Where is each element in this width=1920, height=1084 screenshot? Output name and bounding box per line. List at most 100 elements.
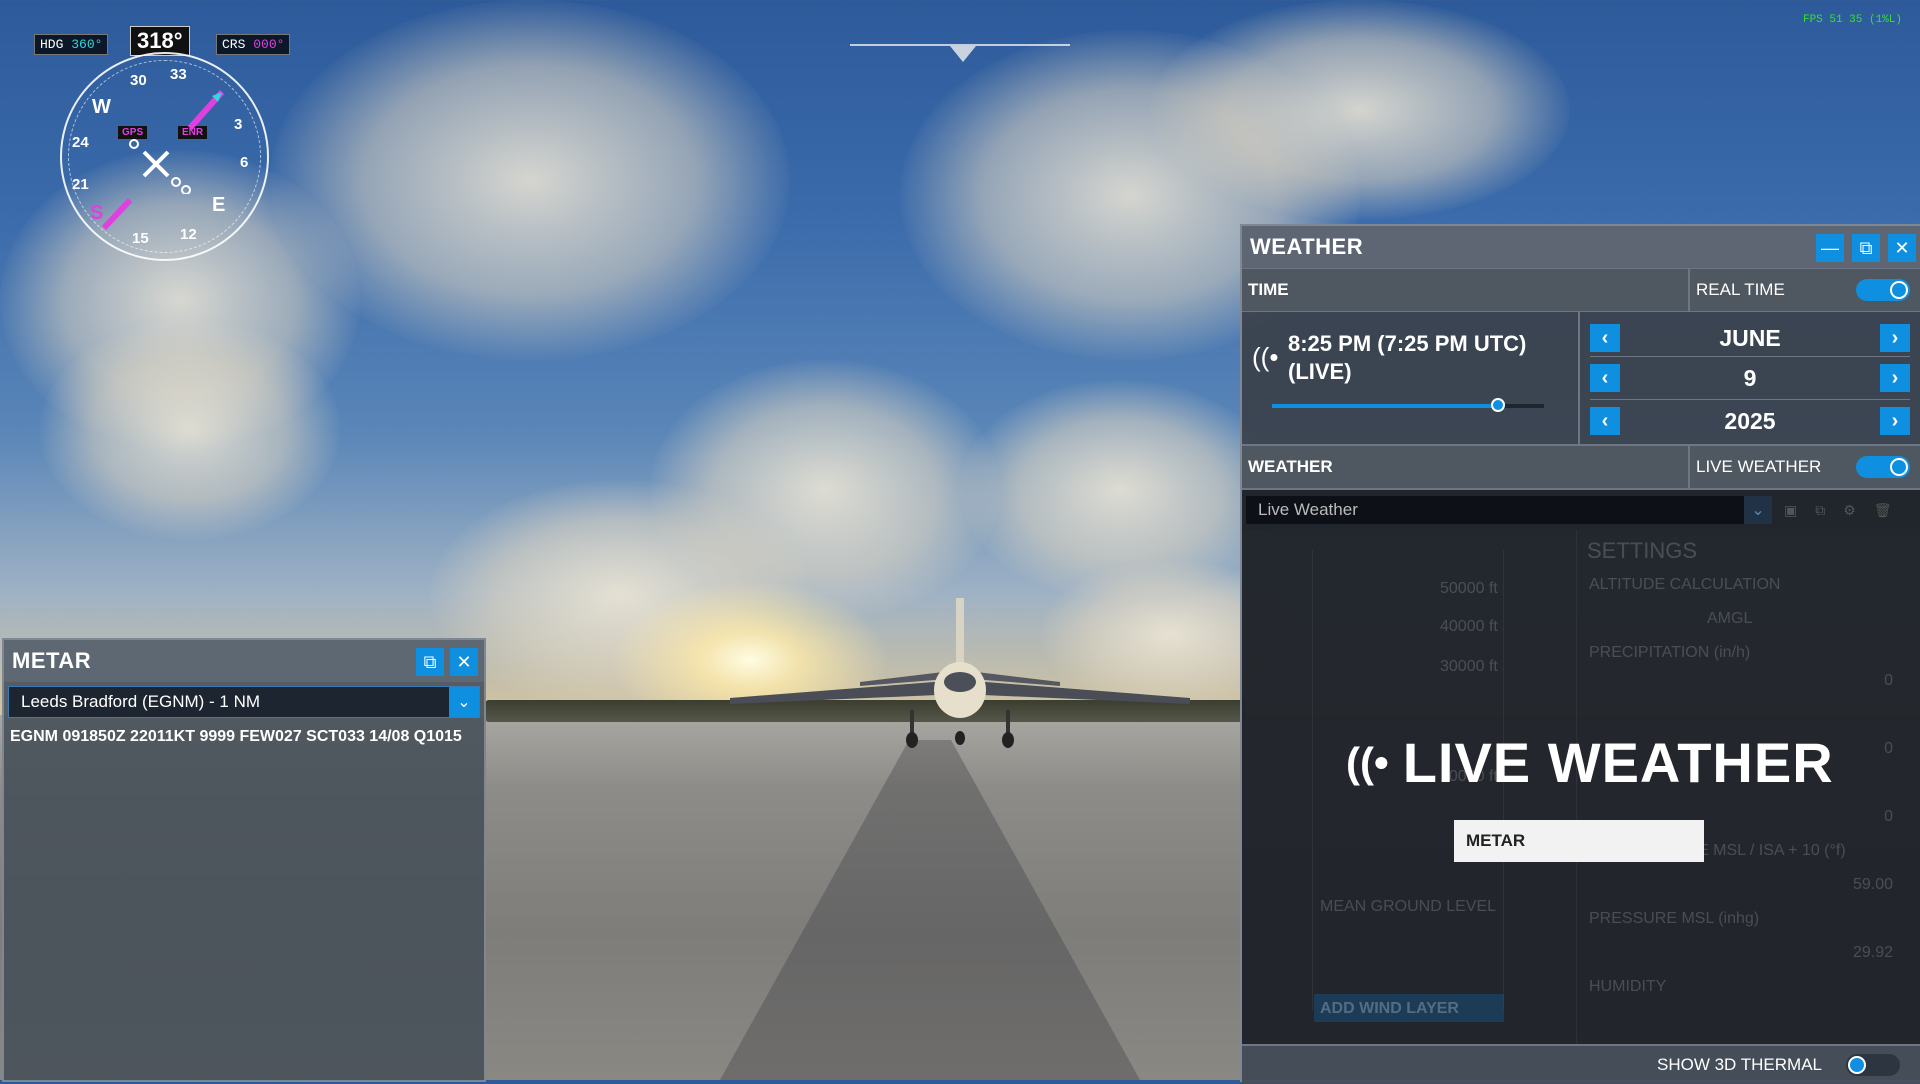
compass-label: 24 (72, 134, 89, 151)
chevron-left-icon: ‹ (1601, 326, 1609, 349)
altitude-label: 50000 ft (1440, 580, 1498, 597)
close-icon: ✕ (456, 651, 472, 672)
fps-counter: FPS 51 35 (1%L) (1802, 14, 1902, 26)
hdg-value: 360° (71, 37, 103, 52)
metar-report-text: EGNM 091850Z 22011KT 9999 FEW027 SCT033 … (10, 728, 462, 745)
live-weather-label: LIVE WEATHER (1696, 457, 1822, 476)
live-signal-icon: ((• (1346, 738, 1389, 786)
chevron-left-icon: ‹ (1601, 409, 1609, 432)
time-label: TIME (1248, 280, 1289, 299)
month-value: JUNE (1719, 324, 1781, 351)
metar-undock-button[interactable]: ⧉ (416, 648, 444, 676)
weather-undock-button[interactable]: ⧉ (1852, 234, 1880, 262)
altitude-calculation-label: ALTITUDE CALCULATION (1589, 576, 1781, 593)
live-weather-overlay: ((• LIVE WEATHER (1346, 730, 1834, 795)
metar-panel: METAR ⧉ ✕ Leeds Bradford (EGNM) - 1 NM ⌄… (2, 638, 486, 1082)
external-window-icon: ⧉ (1859, 237, 1873, 258)
course-needle-icon (187, 90, 225, 130)
compass-label: 30 (130, 72, 147, 89)
hdg-label: HDG (40, 37, 64, 52)
metar-panel-header: METAR (4, 640, 484, 682)
chevron-right-icon: › (1891, 409, 1899, 432)
copy-icon[interactable]: ⧉ (1815, 502, 1825, 519)
weather-panel-title: WEATHER (1250, 234, 1364, 259)
gear-icon[interactable]: ⚙ (1843, 502, 1856, 519)
weather-panel: WEATHER — ⧉ ✕ TIME REAL TIME ((• 8:25 PM… (1240, 224, 1920, 1084)
chevron-down-icon[interactable]: ⌄ (449, 687, 479, 717)
crs-label: CRS (222, 37, 246, 52)
weather-close-button[interactable]: ✕ (1888, 234, 1916, 262)
humidity-label: HUMIDITY (1589, 978, 1667, 995)
weather-section-header: WEATHER LIVE WEATHER (1242, 444, 1920, 488)
cloud (1150, 0, 1570, 220)
altitude-calculation-value: AMGL (1707, 610, 1753, 627)
toggle-knob (1890, 458, 1908, 476)
heading-indicator-marker (950, 46, 976, 62)
weather-minimize-button[interactable]: — (1816, 234, 1844, 262)
toggle-knob (1890, 281, 1908, 299)
cloud (40, 320, 340, 540)
metar-station-select[interactable]: Leeds Bradford (EGNM) - 1 NM ⌄ (8, 686, 480, 718)
time-section-header: TIME REAL TIME (1242, 268, 1920, 311)
pressure-value: 29.92 (1852, 944, 1893, 961)
trash-icon[interactable]: 🗑 (1874, 502, 1892, 519)
day-next-button[interactable]: › (1879, 364, 1910, 392)
aircraft (730, 598, 1190, 748)
setting-value: 0 (1884, 808, 1893, 825)
chevron-right-icon: › (1891, 366, 1899, 389)
pressure-label: PRESSURE MSL (inhg) (1589, 910, 1760, 927)
weather-preset-select[interactable]: Live Weather (1246, 496, 1744, 524)
metar-button[interactable]: METAR (1454, 820, 1704, 862)
month-next-button[interactable]: › (1879, 324, 1910, 352)
month-prev-button[interactable]: ‹ (1590, 324, 1620, 352)
compass-rose: 30 33 W 24 21 S 15 12 E 6 3 GPS ENR (60, 52, 269, 261)
crs-box: CRS 000° (216, 34, 291, 55)
show-3d-thermal-label: SHOW 3D THERMAL (1657, 1055, 1822, 1074)
course-needle-tail-icon (101, 197, 133, 231)
time-settings-row: ((• 8:25 PM (7:25 PM UTC) (LIVE) ‹ JUNE … (1242, 311, 1920, 444)
show-3d-thermal-toggle[interactable] (1846, 1054, 1900, 1076)
live-signal-icon: ((• (1252, 342, 1279, 372)
compass-label: 3 (234, 116, 243, 133)
mean-ground-level-label: MEAN GROUND LEVEL (1320, 898, 1497, 915)
external-window-icon: ⧉ (423, 651, 437, 672)
compass-label: W (92, 96, 111, 118)
live-weather-toggle[interactable] (1856, 456, 1910, 478)
year-prev-button[interactable]: ‹ (1590, 407, 1620, 435)
temperature-value: 59.00 (1852, 876, 1893, 893)
chevron-left-icon: ‹ (1601, 366, 1609, 389)
precipitation-value: 0 (1884, 672, 1893, 689)
weather-preset-value: Live Weather (1258, 500, 1358, 519)
add-wind-layer-label: ADD WIND LAYER (1320, 1000, 1459, 1017)
metar-station-value: Leeds Bradford (EGNM) - 1 NM (21, 692, 261, 711)
chevron-right-icon: › (1891, 326, 1899, 349)
save-icon[interactable]: ▣ (1784, 502, 1797, 519)
precipitation-label: PRECIPITATION (in/h) (1589, 644, 1751, 661)
time-slider-thumb[interactable] (1490, 398, 1505, 412)
minimize-icon: — (1821, 237, 1839, 258)
chevron-down-icon[interactable]: ⌄ (1744, 496, 1772, 524)
altitude-label: 40000 ft (1440, 618, 1498, 635)
weather-preset-row: Live Weather ⌄ ▣ ⧉ ⚙ 🗑 (1242, 488, 1920, 530)
toggle-knob (1848, 1056, 1866, 1074)
weather-label: WEATHER (1248, 457, 1333, 476)
metar-panel-title: METAR (12, 648, 92, 673)
thermal-bar: SHOW 3D THERMAL (1242, 1044, 1920, 1084)
hdg-box: HDG 360° (34, 34, 109, 55)
metar-close-button[interactable]: ✕ (450, 648, 478, 676)
year-next-button[interactable]: › (1879, 407, 1910, 435)
day-prev-button[interactable]: ‹ (1590, 364, 1620, 392)
compass-label: 21 (72, 176, 89, 193)
real-time-label: REAL TIME (1696, 280, 1785, 299)
time-text: 8:25 PM (7:25 PM UTC) (LIVE) (1288, 331, 1527, 384)
time-slider[interactable] (1272, 398, 1544, 412)
crs-value: 000° (253, 37, 285, 52)
weather-settings-area: 50000 ft 40000 ft 30000 ft 10000 ft MEAN… (1242, 530, 1920, 1044)
add-wind-layer-button[interactable]: ADD WIND LAYER (1314, 994, 1504, 1022)
altitude-label: 30000 ft (1440, 658, 1498, 675)
real-time-toggle[interactable] (1856, 279, 1910, 301)
settings-heading: SETTINGS (1587, 538, 1698, 563)
time-slider-fill (1272, 404, 1498, 408)
time-display: ((• 8:25 PM (7:25 PM UTC) (LIVE) (1242, 312, 1578, 444)
metar-button-label: METAR (1466, 831, 1526, 850)
